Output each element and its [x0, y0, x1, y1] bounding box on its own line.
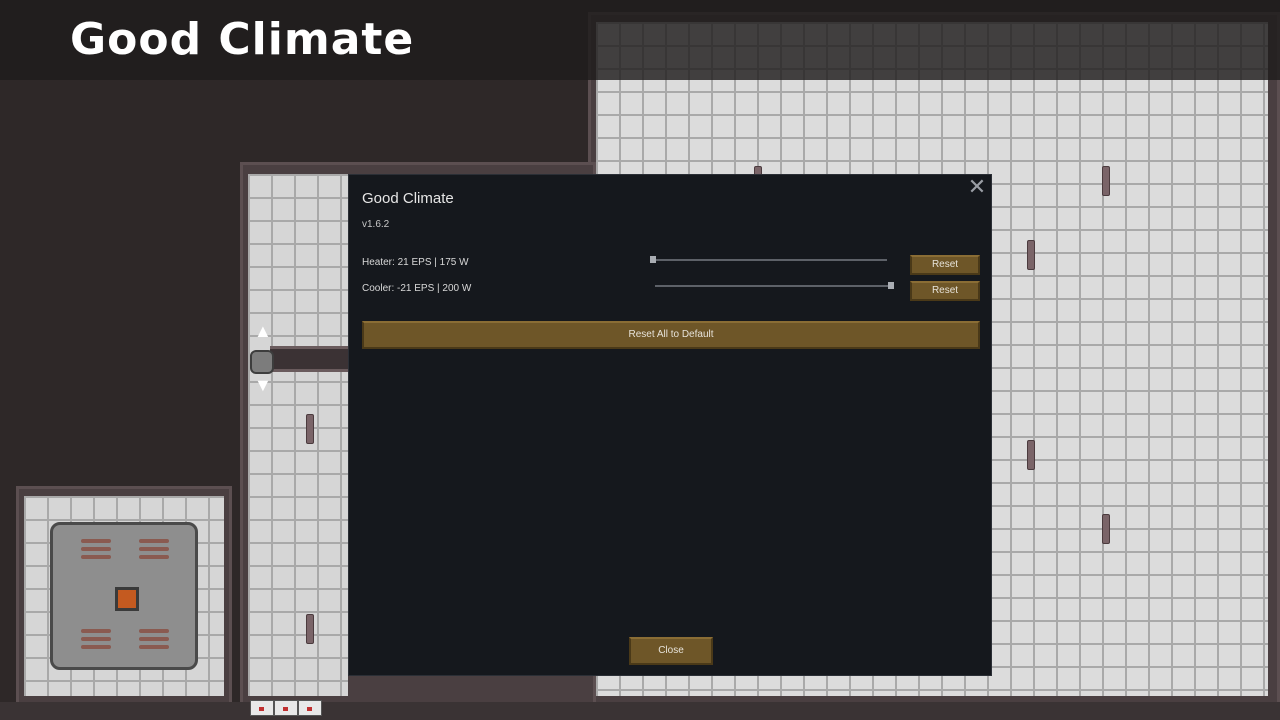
dialog-version: v1.6.2 — [362, 219, 390, 230]
cooler-slider-thumb[interactable] — [888, 282, 894, 289]
storage-slot[interactable] — [250, 700, 274, 716]
storage-slot[interactable] — [274, 700, 298, 716]
door-icon[interactable] — [250, 350, 274, 374]
heater-label: Heater: 21 EPS | 175 W — [362, 257, 469, 268]
bottom-strip — [0, 702, 1280, 720]
close-button[interactable]: Close — [629, 637, 713, 665]
wall-post — [1027, 440, 1035, 470]
storage-slot[interactable] — [298, 700, 322, 716]
close-icon[interactable]: ✕ — [967, 176, 987, 198]
corridor — [270, 346, 350, 372]
wall-post — [306, 614, 314, 644]
wall-post — [1102, 514, 1110, 544]
arrow-down-icon: ▼ — [254, 375, 272, 395]
wall-post — [1027, 240, 1035, 270]
cooler-label: Cooler: -21 EPS | 200 W — [362, 283, 472, 294]
wall-post — [1102, 166, 1110, 196]
heater-slider[interactable] — [650, 256, 887, 263]
banner-title: Good Climate — [70, 14, 415, 65]
room-floor-middle — [248, 174, 348, 696]
mod-settings-dialog: ✕ Good Climate v1.6.2 Heater: 21 EPS | 1… — [348, 174, 992, 676]
reset-all-button[interactable]: Reset All to Default — [362, 321, 980, 349]
dialog-title: Good Climate — [362, 190, 454, 207]
climate-machine[interactable] — [50, 522, 198, 670]
heater-slider-thumb[interactable] — [650, 256, 656, 263]
title-banner: Good Climate — [0, 0, 1280, 80]
cooler-slider[interactable] — [655, 282, 894, 289]
wall-post — [306, 414, 314, 444]
cooler-reset-button[interactable]: Reset — [910, 281, 980, 301]
arrow-up-icon: ▲ — [254, 321, 272, 341]
heater-reset-button[interactable]: Reset — [910, 255, 980, 275]
